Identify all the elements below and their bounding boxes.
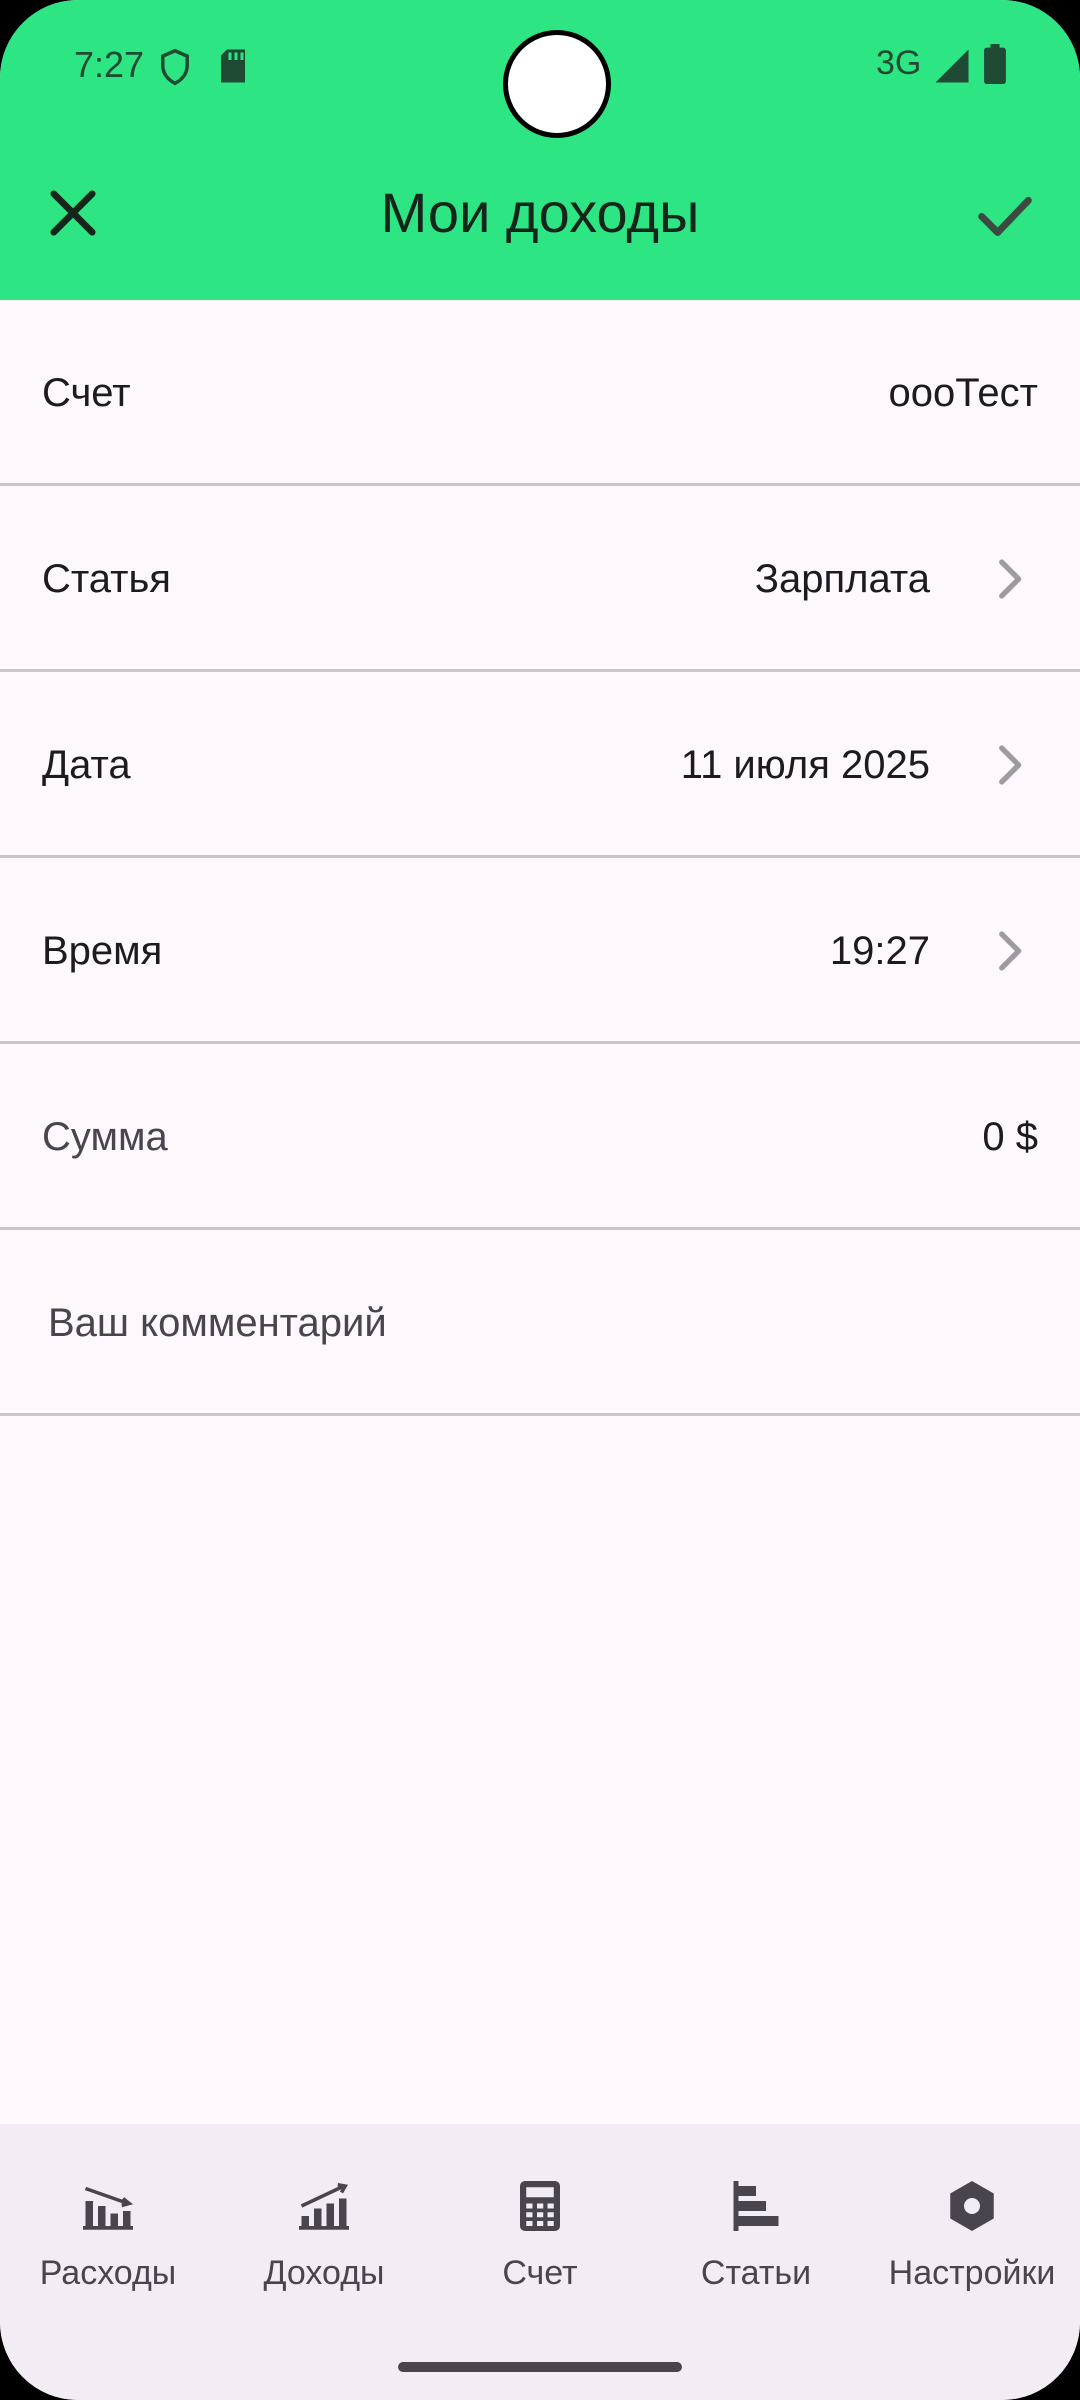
chevron-right-icon (999, 931, 1022, 971)
status-time: 7:27 (74, 44, 145, 85)
date-label: Дата (42, 743, 131, 787)
nav-label-income: Доходы (263, 2254, 385, 2292)
income-chart-icon (299, 2183, 349, 2230)
chevron-right-icon (999, 559, 1022, 599)
nav-label-expenses: Расходы (39, 2254, 177, 2292)
app-header: 7:27 3G Мои доходы (0, 0, 1080, 300)
category-value: Зарплата (754, 557, 930, 601)
settings-hexagon-icon (950, 2181, 994, 2231)
date-value: 11 июля 2025 (680, 743, 930, 787)
nav-item-expenses[interactable]: Расходы (0, 2124, 216, 2344)
nav-label-articles: Статьи (700, 2254, 812, 2292)
category-label: Статья (42, 557, 171, 601)
nav-label-settings: Настройки (888, 2254, 1056, 2292)
status-bar: 7:27 3G (0, 0, 1080, 138)
amount-row[interactable]: Сумма 0 $ (0, 1044, 1080, 1230)
sd-card-icon (221, 49, 245, 83)
signal-icon (935, 49, 969, 83)
time-row[interactable]: Время 19:27 (0, 858, 1080, 1044)
camera-cutout (503, 30, 611, 138)
nav-item-account[interactable]: Счет (432, 2124, 648, 2344)
comment-input[interactable]: Ваш комментарий (48, 1230, 387, 1416)
articles-bars-icon (733, 2181, 779, 2231)
check-icon[interactable] (970, 180, 1040, 250)
network-type: 3G (876, 44, 922, 82)
time-label: Время (42, 929, 163, 973)
calculator-icon (520, 2181, 560, 2231)
comment-row[interactable]: Ваш комментарий (0, 1230, 1080, 1416)
page-title: Мои доходы (380, 181, 700, 244)
home-indicator[interactable] (398, 2362, 682, 2372)
nav-item-articles[interactable]: Статьи (648, 2124, 864, 2344)
date-row[interactable]: Дата 11 июля 2025 (0, 672, 1080, 858)
app-screen: 7:27 3G Мои доходы Счет оооТест Статья З… (0, 0, 1080, 2400)
battery-icon (984, 44, 1006, 84)
amount-label: Сумма (42, 1115, 168, 1159)
shield-icon (161, 48, 189, 86)
nav-item-settings[interactable]: Настройки (864, 2124, 1080, 2344)
chevron-right-icon (999, 745, 1022, 785)
nav-label-account: Счет (502, 2254, 578, 2292)
amount-value[interactable]: 0 $ (982, 1044, 1038, 1230)
expenses-chart-icon (83, 2186, 134, 2230)
time-value: 19:27 (829, 929, 930, 973)
account-row[interactable]: Счет оооТест (0, 300, 1080, 486)
category-row[interactable]: Статья Зарплата (0, 486, 1080, 672)
nav-item-income[interactable]: Доходы (216, 2124, 432, 2344)
bottom-navigation: Расходы Доходы Счет Статьи Настройки (0, 2124, 1080, 2400)
account-value: оооТест (888, 371, 1039, 415)
account-label: Счет (42, 371, 131, 415)
